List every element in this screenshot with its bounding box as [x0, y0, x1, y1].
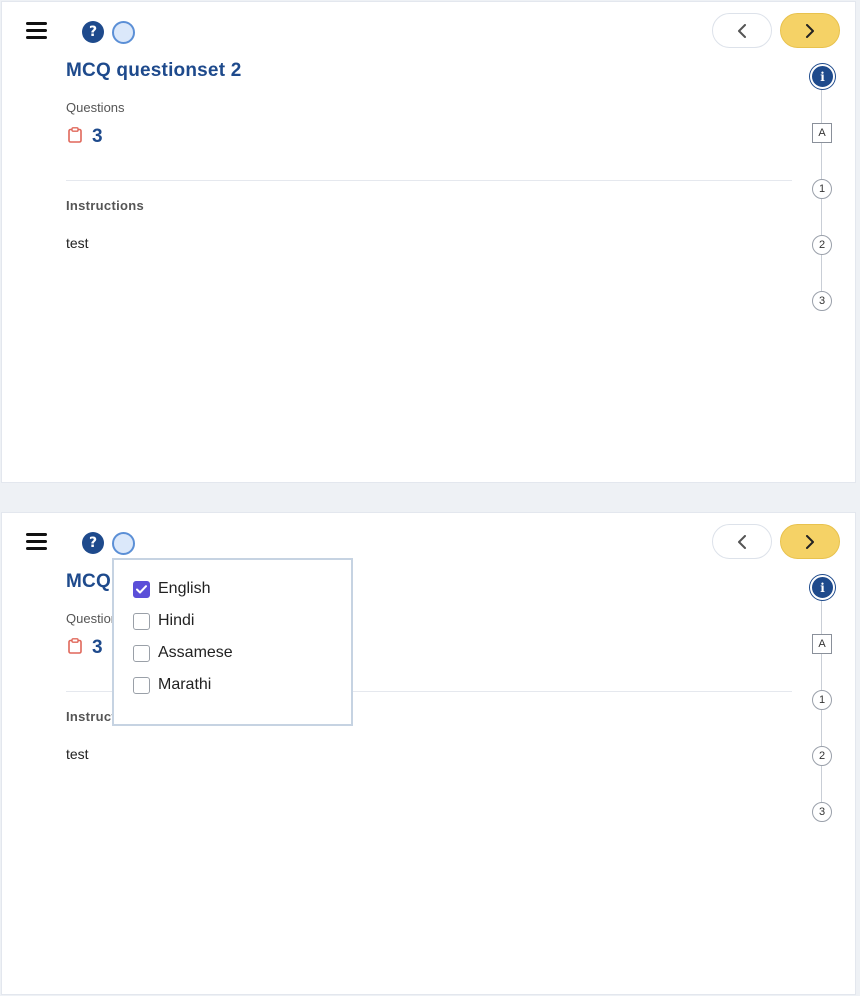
stepper-question-2[interactable]: 2	[812, 235, 832, 255]
stepper-attempt[interactable]: A	[812, 634, 832, 654]
menu-icon[interactable]	[26, 22, 47, 40]
previous-button[interactable]	[712, 13, 772, 48]
language-option-assamese[interactable]: Assamese	[114, 637, 351, 669]
checkbox-unchecked[interactable]	[133, 676, 150, 694]
language-toggle-button[interactable]	[112, 532, 135, 555]
instructions-text: test	[66, 746, 89, 762]
language-dropdown: English Hindi Assamese Marathi	[112, 558, 353, 726]
previous-button[interactable]	[712, 524, 772, 559]
language-option-marathi[interactable]: Marathi	[114, 669, 351, 701]
checkbox-unchecked[interactable]	[133, 644, 150, 662]
stepper-attempt[interactable]: A	[812, 123, 832, 143]
language-option-label: English	[158, 580, 211, 597]
instructions-text: test	[66, 235, 89, 251]
instructions-heading: Instructions	[66, 198, 144, 213]
question-count: 3	[92, 637, 103, 658]
menu-icon[interactable]	[26, 533, 47, 551]
language-option-label: Hindi	[158, 612, 195, 629]
language-option-english[interactable]: English	[114, 573, 351, 605]
quiz-panel-language-open: ? MCQ questionset 2 Questions 3 Instruct…	[1, 512, 856, 995]
stepper-info[interactable]: i	[810, 575, 835, 600]
chevron-right-icon	[806, 23, 814, 38]
help-icon[interactable]: ?	[82, 532, 104, 554]
stepper-question-3[interactable]: 3	[812, 802, 832, 822]
question-count: 3	[92, 126, 103, 147]
language-option-label: Marathi	[158, 676, 212, 693]
stepper-question-1[interactable]: 1	[812, 179, 832, 199]
checkbox-checked[interactable]	[133, 580, 150, 598]
language-option-label: Assamese	[158, 644, 233, 661]
language-option-hindi[interactable]: Hindi	[114, 605, 351, 637]
help-icon[interactable]: ?	[82, 21, 104, 43]
next-button[interactable]	[780, 524, 840, 559]
chevron-left-icon	[738, 534, 746, 549]
stepper-question-1[interactable]: 1	[812, 690, 832, 710]
checkmark-icon	[136, 584, 147, 593]
quiz-title: MCQ questionset 2	[66, 60, 242, 81]
clipboard-icon	[68, 127, 82, 143]
divider	[66, 180, 792, 181]
quiz-panel-default: ? MCQ questionset 2 Questions 3 Instruct…	[1, 1, 856, 483]
stepper-question-3[interactable]: 3	[812, 291, 832, 311]
chevron-right-icon	[806, 534, 814, 549]
chevron-left-icon	[738, 23, 746, 38]
next-button[interactable]	[780, 13, 840, 48]
checkbox-unchecked[interactable]	[133, 612, 150, 630]
questions-label: Questions	[66, 100, 125, 115]
stepper-info[interactable]: i	[810, 64, 835, 89]
stepper-question-2[interactable]: 2	[812, 746, 832, 766]
language-toggle-button[interactable]	[112, 21, 135, 44]
clipboard-icon	[68, 638, 82, 654]
